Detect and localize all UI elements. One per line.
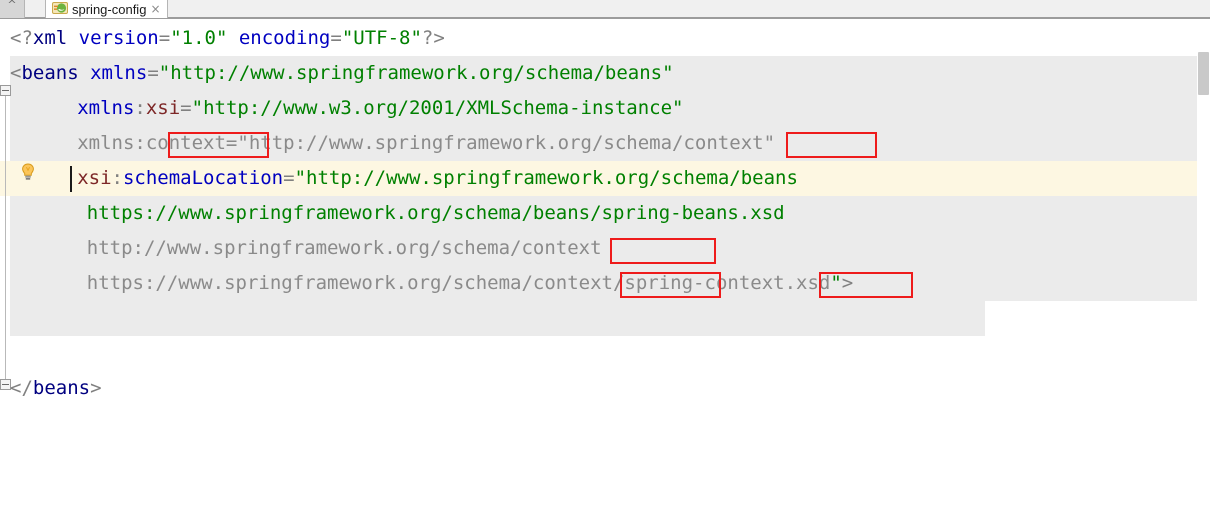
chevron-left-icon[interactable]: ^ [0,0,25,18]
code-line-text: xsi:schemaLocation="http://www.springfra… [0,161,798,196]
code-line[interactable]: https://www.springframework.org/schema/c… [0,266,1210,301]
code-token: xsi [145,97,181,119]
xml-code-editor[interactable]: <?xml version="1.0" encoding="UTF-8"?> <b… [0,21,1210,507]
code-token: http://www.springframework.org/schema/co… [86,237,602,259]
code-token: "http://www.springframework.org/schema/b… [294,167,798,189]
code-token: version [78,27,159,49]
code-line[interactable]: xsi:schemaLocation="http://www.springfra… [0,161,1210,196]
code-token: : [111,167,123,189]
code-token: : [134,132,146,154]
code-token: </ [10,377,33,399]
code-token: beans [32,377,91,399]
code-line-text: xmlns:xsi="http://www.w3.org/2001/XMLSch… [0,91,684,126]
code-line-text: https://www.springframework.org/schema/c… [0,266,853,301]
code-token: beans [21,62,79,84]
code-token: xmlns [90,62,148,84]
code-line-text: xmlns:context="http://www.springframewor… [0,126,775,161]
code-line[interactable]: http://www.springframework.org/schema/co… [0,231,1210,266]
code-line-text: http://www.springframework.org/schema/co… [0,231,602,266]
code-token: = [225,132,238,154]
code-token: "UTF-8" [341,27,422,49]
code-token: "http://www.springframework.org/schema/c… [237,132,776,154]
code-line[interactable]: https://www.springframework.org/schema/b… [0,196,1210,231]
code-token: "1.0" [170,27,228,49]
code-token: xmlns [77,132,135,154]
code-token: "http://www.springframework.org/schema/b… [158,62,674,84]
vertical-scrollbar-thumb[interactable] [1198,52,1209,95]
code-token: ?> [421,27,445,49]
vertical-scrollbar[interactable] [1197,21,1210,507]
code-line[interactable] [0,336,1210,371]
code-token: "http://www.w3.org/2001/XMLSchema-instan… [191,97,684,119]
code-token: > [841,272,854,294]
code-token: > [90,377,102,399]
spring-xml-file-icon [52,0,68,16]
code-content[interactable]: <?xml version="1.0" encoding="UTF-8"?> <b… [0,21,1210,406]
close-icon[interactable]: × [150,2,160,16]
code-token: xml [32,27,68,49]
code-line[interactable]: xmlns:xsi="http://www.w3.org/2001/XMLSch… [0,91,1210,126]
code-token: schemaLocation [122,167,284,189]
code-line[interactable]: <?xml version="1.0" encoding="UTF-8"?> [0,21,1210,56]
code-line[interactable] [0,301,1210,336]
code-token: xmlns [77,97,135,119]
code-token: context [145,132,226,154]
code-line-text: <?xml version="1.0" encoding="UTF-8"?> [0,21,445,56]
code-line-text: https://www.springframework.org/schema/b… [0,196,785,231]
code-line[interactable]: xmlns:context="http://www.springframewor… [0,126,1210,161]
code-token: : [134,97,146,119]
code-token: = [330,27,342,49]
editor-tab-bar: ^ spring-config × [0,0,1210,19]
code-token: = [158,27,171,49]
code-line[interactable]: <beans xmlns="http://www.springframework… [0,56,1210,91]
code-token: = [180,97,192,119]
editor-tab-label: spring-config [72,2,147,17]
code-token: = [147,62,159,84]
code-line[interactable]: </beans> [0,371,1210,406]
code-token: xsi [77,167,112,189]
code-token: < [10,62,22,84]
code-line-text: <beans xmlns="http://www.springframework… [0,56,674,91]
code-token: https://www.springframework.org/schema/b… [86,202,785,224]
editor-tab-spring-config[interactable]: spring-config × [45,0,168,18]
code-token: = [283,167,295,189]
code-token: " [830,272,842,294]
code-token: encoding [238,27,331,49]
code-token: https://www.springframework.org/schema/c… [86,272,831,294]
code-line-text: </beans> [0,371,102,406]
code-token: <? [10,27,33,49]
